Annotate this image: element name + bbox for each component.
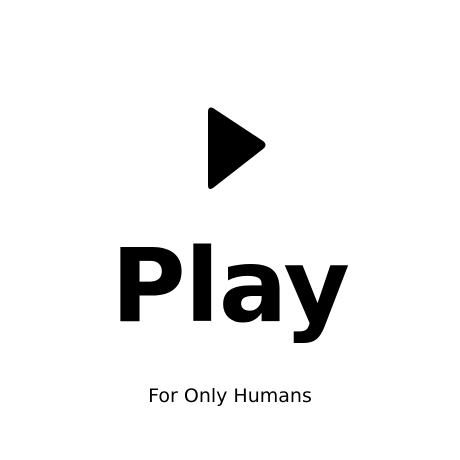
play-icon[interactable] [202,104,268,192]
play-splash-card: Play For Only Humans [0,0,460,460]
tagline: For Only Humans [148,385,312,407]
app-title: Play [111,227,350,346]
